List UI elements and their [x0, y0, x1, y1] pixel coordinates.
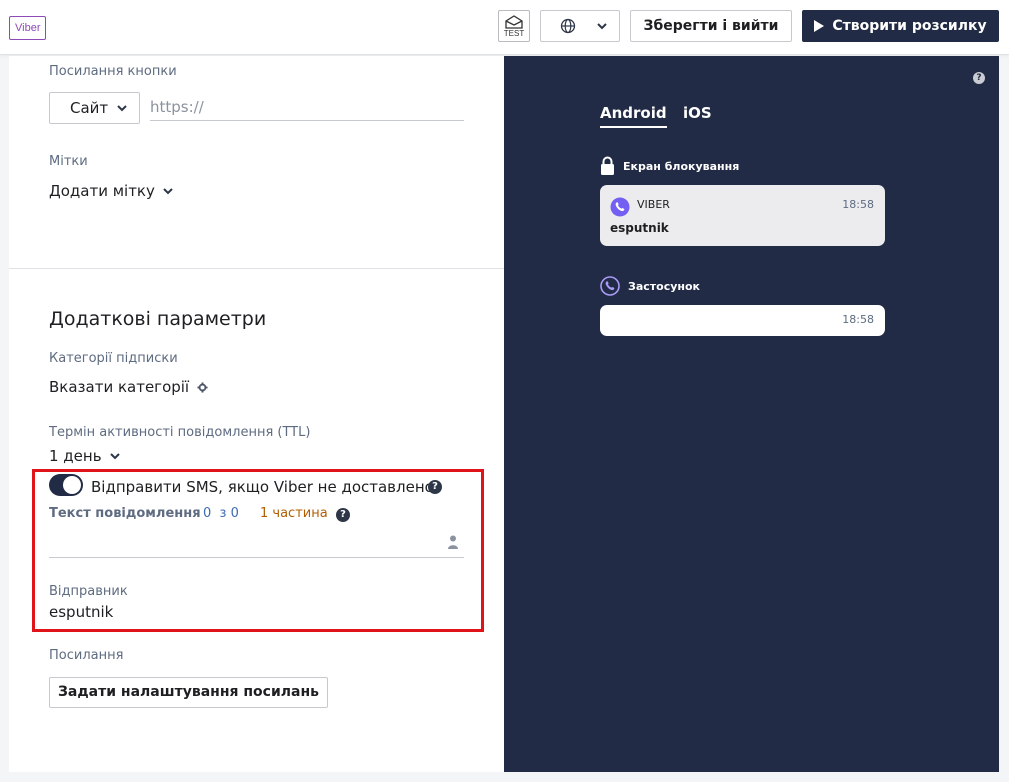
button-link-label: Посилання кнопки: [49, 64, 177, 79]
sender-value: esputnik: [49, 603, 114, 621]
lock-screen-notification: VIBER 18:58 esputnik: [600, 185, 885, 246]
play-icon: [814, 20, 825, 32]
link-type-value: Сайт: [70, 99, 109, 117]
sms-text-label: Текст повідомлення: [49, 506, 201, 521]
ttl-value: 1 день: [49, 447, 102, 465]
preview-panel: ? Android iOS Екран блокування VIBER 18:…: [504, 56, 999, 772]
categories-value: Вказати категорії: [49, 378, 190, 396]
sms-parts: 1 частина: [260, 506, 328, 521]
top-bar: Viber TEST Зберегти і вийти Створити роз…: [0, 0, 1009, 55]
language-select[interactable]: [540, 10, 620, 42]
help-icon[interactable]: ?: [336, 508, 350, 522]
add-tag-text: Додати мітку: [49, 182, 155, 200]
notification-sender: esputnik: [610, 221, 669, 235]
char-counter: 0 з 0: [203, 506, 239, 521]
add-tag-dropdown[interactable]: Додати мітку: [49, 182, 173, 200]
ttl-dropdown[interactable]: 1 день: [49, 447, 120, 465]
notification-time: 18:58: [842, 198, 874, 211]
char-max: 0: [230, 506, 239, 521]
sender-label: Відправник: [49, 584, 128, 599]
section-divider: [9, 268, 504, 269]
create-campaign-label: Створити розсилку: [832, 18, 987, 34]
viber-icon: [610, 197, 630, 217]
char-count: 0: [203, 506, 212, 521]
sms-fallback-toggle[interactable]: [49, 474, 83, 496]
tab-android[interactable]: Android: [600, 104, 667, 128]
links-label: Посилання: [49, 648, 124, 663]
sms-fallback-label: Відправити SMS, якщо Viber не доставлено: [91, 478, 434, 496]
person-icon: [448, 535, 458, 549]
settings-panel: Посилання кнопки Сайт Мітки Додати мітку…: [9, 56, 504, 772]
char-of: з: [219, 506, 227, 521]
lock-screen-heading: Екран блокування: [600, 156, 739, 176]
categories-label: Категорії підписки: [49, 351, 178, 366]
lock-screen-label: Екран блокування: [623, 159, 740, 173]
app-heading: Застосунок: [600, 276, 700, 296]
link-type-select[interactable]: Сайт: [49, 92, 140, 124]
chevron-down-icon: [163, 187, 173, 194]
chevron-down-icon: [117, 104, 127, 111]
notification-app-name: VIBER: [637, 198, 670, 211]
sms-text-input[interactable]: [49, 532, 464, 558]
app-notification: 18:58: [600, 305, 885, 336]
create-campaign-button[interactable]: Створити розсилку: [802, 10, 999, 42]
save-and-exit-button[interactable]: Зберегти і вийти: [630, 10, 792, 42]
test-label: TEST: [503, 28, 525, 38]
link-settings-button[interactable]: Задати налаштування посилань: [49, 677, 328, 708]
tab-ios[interactable]: iOS: [683, 104, 712, 126]
viber-icon: [600, 276, 620, 296]
categories-selector[interactable]: Вказати категорії: [49, 378, 208, 396]
ttl-label: Термін активності повідомлення (TTL): [49, 425, 311, 440]
app-label: Застосунок: [628, 279, 701, 293]
globe-icon: [560, 18, 576, 34]
app-notification-time: 18:58: [842, 313, 874, 326]
chevron-down-icon: [109, 452, 120, 459]
channel-badge: Viber: [9, 16, 47, 40]
help-icon[interactable]: ?: [973, 72, 985, 84]
toggle-knob: [63, 476, 81, 494]
envelope-icon: [505, 14, 523, 29]
tags-label: Мітки: [49, 154, 88, 169]
chevron-down-icon: [597, 22, 607, 29]
lock-icon: [601, 156, 614, 175]
extra-params-title: Додаткові параметри: [49, 308, 267, 330]
button-url-input[interactable]: [150, 94, 464, 121]
help-icon[interactable]: ?: [428, 480, 442, 494]
gear-icon: [197, 381, 208, 393]
test-send-button[interactable]: TEST: [498, 10, 530, 42]
